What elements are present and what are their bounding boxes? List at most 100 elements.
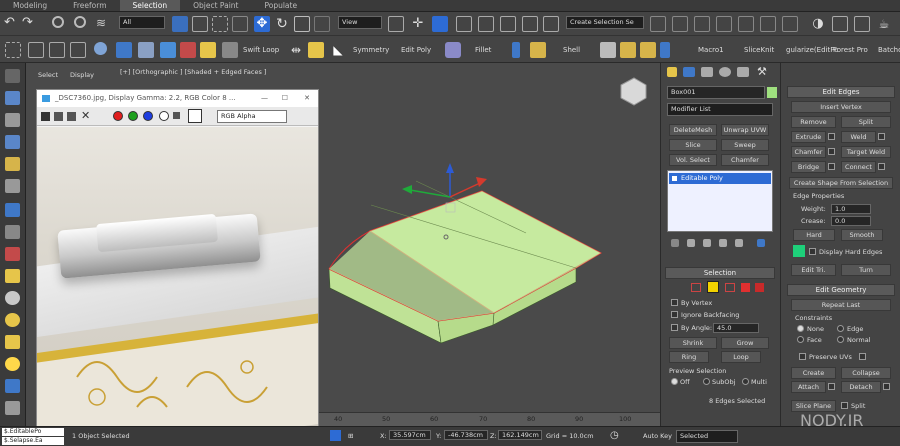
split-checkbox[interactable] <box>841 402 848 409</box>
modify-tab-icon[interactable] <box>683 67 695 77</box>
display-hard-edges-checkbox[interactable] <box>809 248 816 255</box>
tool-icon-d[interactable] <box>660 42 670 58</box>
strip-icon-16[interactable] <box>5 401 20 415</box>
bridge-settings-icon[interactable] <box>828 163 835 170</box>
preview-multi-radio[interactable] <box>742 378 749 385</box>
unlink-icon[interactable] <box>74 16 86 28</box>
strip-icon-10[interactable] <box>5 269 20 283</box>
modifier-settings-icon[interactable] <box>757 239 765 247</box>
constraint-face-radio[interactable] <box>797 336 804 343</box>
close-icon[interactable]: ✕ <box>304 90 310 107</box>
lock-selection-icon[interactable] <box>330 430 341 441</box>
edit-poly-button[interactable]: Edit Poly <box>401 46 431 54</box>
ring-button[interactable]: Ring <box>669 351 709 363</box>
curve-editor-icon[interactable] <box>760 16 776 32</box>
display-tab-icon[interactable] <box>737 67 749 77</box>
chamfer-settings-icon[interactable] <box>828 148 835 155</box>
strip-icon-2[interactable] <box>5 91 20 105</box>
grow-button[interactable]: Grow <box>721 337 769 349</box>
insert-vertex-button[interactable]: Insert Vertex <box>791 101 891 113</box>
bind-space-warp-icon[interactable]: ≋ <box>96 16 112 32</box>
window-crossing-icon[interactable] <box>232 16 248 32</box>
chamfer-modifier-button[interactable]: Chamfer <box>721 154 769 166</box>
detach-settings-icon[interactable] <box>883 383 890 390</box>
maximize-icon[interactable]: ☐ <box>282 90 288 107</box>
pivot-center-icon[interactable] <box>388 16 404 32</box>
tool-icon-a[interactable] <box>600 42 616 58</box>
mirror-icon[interactable] <box>650 16 666 32</box>
weld-settings-icon[interactable] <box>878 133 885 140</box>
by-vertex-checkbox[interactable] <box>671 299 678 306</box>
connect-settings-icon[interactable] <box>878 163 885 170</box>
viewport-label[interactable]: [+] [Orthographic ] [Shaded + Edged Face… <box>120 68 266 76</box>
constraint-edge-radio[interactable] <box>837 325 844 332</box>
maxscript-listener[interactable]: $.EditablePo <box>2 428 64 436</box>
rendered-frame-window-icon[interactable] <box>854 16 870 32</box>
sliceknit-button[interactable]: SliceKnit <box>744 46 774 54</box>
select-rotate-icon[interactable]: ↻ <box>274 16 290 32</box>
strip-icon-7[interactable] <box>5 203 20 217</box>
schematic-view-icon[interactable] <box>782 16 798 32</box>
element-mode-icon[interactable] <box>755 283 764 292</box>
connect-button[interactable]: Connect <box>841 161 876 173</box>
manipulate-icon[interactable]: ✛ <box>410 16 426 32</box>
key-filter-dropdown[interactable]: Selected <box>676 430 738 443</box>
edit-tri-button[interactable]: Edit Tri. <box>791 264 836 276</box>
z-coordinate-field[interactable]: 162.149cm <box>498 430 542 440</box>
attach-button[interactable]: Attach <box>791 381 826 393</box>
spinner-snap-icon[interactable] <box>522 16 538 32</box>
ignore-backfacing-checkbox[interactable] <box>671 311 678 318</box>
attach-settings-icon[interactable] <box>828 383 835 390</box>
clear-icon[interactable]: ✕ <box>81 109 90 122</box>
material-editor-icon[interactable]: ◑ <box>810 16 826 32</box>
tab-populate[interactable]: Populate <box>251 0 310 11</box>
shell-button[interactable]: Shell <box>563 46 580 54</box>
angle-snap-icon[interactable] <box>478 16 494 32</box>
select-scale-icon[interactable] <box>294 16 310 32</box>
ribbon-toggle-icon[interactable] <box>738 16 754 32</box>
green-channel-icon[interactable] <box>128 111 138 121</box>
strip-icon-9[interactable] <box>5 247 20 261</box>
reference-coordinate-dropdown[interactable]: View <box>338 16 382 29</box>
selection-filter-dropdown[interactable]: All <box>119 16 165 29</box>
modifier-stack[interactable]: Editable Poly <box>667 170 773 232</box>
shell-icon-a[interactable] <box>512 42 520 58</box>
shell-icon-b[interactable] <box>530 42 546 58</box>
tab-freeform[interactable]: Freeform <box>60 0 119 11</box>
tab-modeling[interactable]: Modeling <box>0 0 60 11</box>
edge-mode-icon[interactable] <box>707 281 719 293</box>
strip-icon-4[interactable] <box>5 135 20 149</box>
split-edge-button[interactable]: Split <box>841 116 891 128</box>
macro1-button[interactable]: Macro1 <box>698 46 724 54</box>
preview-subobj-radio[interactable] <box>703 378 710 385</box>
strip-icon-12[interactable] <box>5 313 20 327</box>
border-mode-icon[interactable] <box>725 283 735 292</box>
object-name-field[interactable]: Box001 <box>667 86 765 99</box>
teapot-icon[interactable] <box>200 42 216 58</box>
batch-button[interactable]: Batcho <box>878 46 900 54</box>
layer-explorer-icon[interactable] <box>716 16 732 32</box>
weight-spinner[interactable]: 1.0 <box>831 204 871 214</box>
vertex-mode-icon[interactable] <box>691 283 701 292</box>
mono-icon[interactable] <box>173 112 180 119</box>
toggle-scene-explorer-icon[interactable] <box>694 16 710 32</box>
tool-icon-b[interactable] <box>620 42 636 58</box>
unwrap-uvw-button[interactable]: Unwrap UVW <box>721 124 769 136</box>
timeline-ruler[interactable]: 40 50 60 70 80 90 100 <box>319 412 660 426</box>
maxscript-listener-2[interactable]: $.Selapse.Ea <box>2 437 64 445</box>
frame-buffer-window[interactable]: _DSC7360.jpg, Display Gamma: 2.2, RGB Co… <box>36 89 319 426</box>
configure-sets-icon[interactable] <box>735 239 743 247</box>
remove-modifier-icon[interactable] <box>719 239 727 247</box>
clone-icon[interactable] <box>54 112 63 121</box>
create-tab-icon[interactable] <box>667 67 677 77</box>
sweep-button[interactable]: Sweep <box>721 139 769 151</box>
detach-button[interactable]: Detach <box>841 381 881 393</box>
pin-stack-icon[interactable] <box>671 239 679 247</box>
fillet-icon[interactable] <box>445 42 461 58</box>
vol-select-button[interactable]: Vol. Select <box>669 154 717 166</box>
symmetry-button[interactable]: Symmetry <box>353 46 389 54</box>
preserve-uvs-settings-icon[interactable] <box>859 353 866 360</box>
cylinder-icon[interactable] <box>116 42 132 58</box>
percent-snap-icon[interactable] <box>500 16 516 32</box>
angle-spinner[interactable]: 45.0 <box>713 323 759 333</box>
